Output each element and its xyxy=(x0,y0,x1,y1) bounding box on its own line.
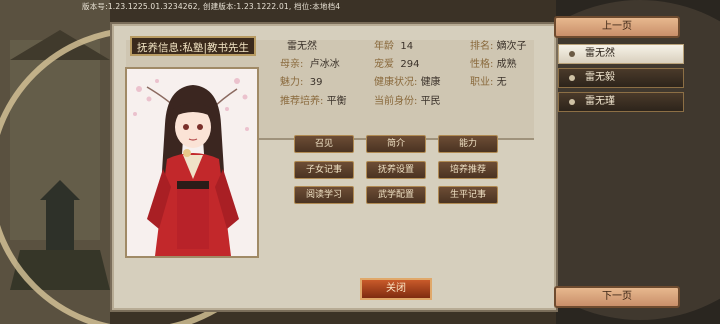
job-value: 无 xyxy=(496,77,507,88)
charm-label: 魅力: xyxy=(280,77,304,88)
personality-row: 性格: 成熟 xyxy=(470,55,517,70)
job-row: 职业: 无 xyxy=(470,73,507,88)
prev-page-button[interactable]: 上一页 xyxy=(554,16,680,38)
age-row: 年龄 14 xyxy=(374,37,413,52)
health-label: 健康状况: xyxy=(374,77,418,88)
child-name: 雷无然 xyxy=(287,41,317,52)
rank-value: 嫡次子 xyxy=(496,41,527,52)
child-portrait xyxy=(125,67,259,258)
martial-config-button[interactable]: 武学配置 xyxy=(366,186,426,204)
raising-settings-button[interactable]: 抚养设置 xyxy=(366,161,426,179)
bullet-icon xyxy=(569,51,575,57)
child-list-sidebar: 上一页 雷无然 雷无毅 雷无瑾 下一页 xyxy=(548,14,688,314)
health-value: 健康 xyxy=(420,77,441,88)
panel-title: 抚养信息:私塾|教书先生 xyxy=(130,36,256,56)
personality-label: 性格: xyxy=(470,59,494,70)
charm-row: 魅力: 39 xyxy=(280,73,322,88)
mother-row: 母亲: 卢冰冰 xyxy=(280,55,340,70)
recommend-row: 推荐培养: 平衡 xyxy=(280,92,347,107)
age-label: 年龄 xyxy=(374,41,394,52)
intro-button[interactable]: 简介 xyxy=(366,135,426,153)
list-item-child-2[interactable]: 雷无毅 xyxy=(558,68,684,88)
mother-value: 卢冰冰 xyxy=(309,59,340,70)
list-item-label: 雷无瑾 xyxy=(585,96,615,107)
mother-label: 母亲: xyxy=(280,59,304,70)
game-screen: 版本号:1.23.1225.01.3234262, 创建版本:1.23.1222… xyxy=(0,0,720,324)
recommend-label: 推荐培养: xyxy=(280,96,324,107)
ability-button[interactable]: 能力 xyxy=(438,135,498,153)
bullet-icon xyxy=(569,99,575,105)
rank-row: 排名: 嫡次子 xyxy=(470,37,527,52)
training-recommend-button[interactable]: 培养推荐 xyxy=(438,161,498,179)
list-item-label: 雷无然 xyxy=(585,48,615,59)
child-records-button[interactable]: 子女记事 xyxy=(294,161,354,179)
bullet-icon xyxy=(569,75,575,81)
personality-value: 成熟 xyxy=(496,59,517,70)
favor-row: 宠爱 294 xyxy=(374,55,419,70)
status-value: 平民 xyxy=(420,96,441,107)
list-item-label: 雷无毅 xyxy=(585,72,615,83)
list-item-child-3[interactable]: 雷无瑾 xyxy=(558,92,684,112)
favor-label: 宠爱 xyxy=(374,59,394,70)
status-row: 当前身份: 平民 xyxy=(374,92,441,107)
summon-button[interactable]: 召见 xyxy=(294,135,354,153)
age-value: 14 xyxy=(400,41,414,52)
list-item-child-1[interactable]: 雷无然 xyxy=(558,44,684,64)
health-row: 健康状况: 健康 xyxy=(374,73,441,88)
life-records-button[interactable]: 生平记事 xyxy=(438,186,498,204)
status-label: 当前身份: xyxy=(374,96,418,107)
next-page-button[interactable]: 下一页 xyxy=(554,286,680,308)
portrait-illustration xyxy=(127,69,257,256)
favor-value: 294 xyxy=(400,59,420,70)
charm-value: 39 xyxy=(309,77,323,88)
job-label: 职业: xyxy=(470,77,494,88)
close-button[interactable]: 关闭 xyxy=(360,278,432,300)
version-text: 版本号:1.23.1225.01.3234262, 创建版本:1.23.1222… xyxy=(82,2,341,11)
reading-study-button[interactable]: 阅读学习 xyxy=(294,186,354,204)
recommend-value: 平衡 xyxy=(326,96,347,107)
rank-label: 排名: xyxy=(470,41,494,52)
